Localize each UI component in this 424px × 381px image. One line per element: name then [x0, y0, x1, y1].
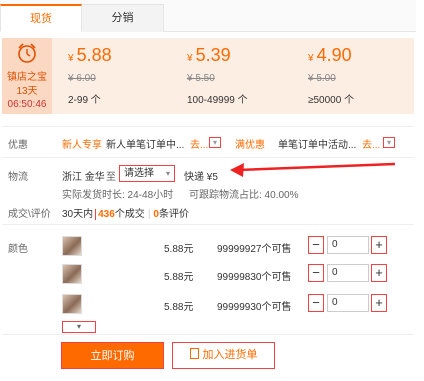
quantity-input[interactable]: 0 — [327, 294, 369, 312]
alarm-clock-icon — [18, 43, 36, 63]
deals-summary: 30天内 436个成交 | 0条评价 — [62, 209, 189, 220]
tier-range: 100-49999 个 — [187, 95, 248, 106]
destination-select-value: 请选择 — [124, 168, 154, 179]
express-fee: 快递 ¥5 — [184, 172, 218, 183]
chevron-down-icon: ▾ — [165, 169, 170, 178]
sku-stock: 99999830个可售 — [217, 272, 292, 283]
discount-promo-more[interactable]: 去... — [362, 136, 380, 151]
tab-spot-stock[interactable]: 现货 — [0, 4, 82, 32]
logistics-label: 物流 — [8, 172, 28, 183]
new-user-promo-more[interactable]: 去... — [190, 136, 208, 151]
price-tier-2: ¥5.39 ¥ 5.50 100-49999 个 — [187, 44, 248, 106]
quantity-input[interactable]: 0 — [327, 236, 369, 254]
currency-symbol: ¥ — [308, 53, 314, 64]
red-arrow-annotation — [230, 162, 396, 177]
quantity-input[interactable]: 0 — [327, 264, 369, 282]
destination-select[interactable]: 请选择 ▾ — [119, 165, 175, 182]
shipping-origin: 浙江 金华 — [62, 172, 105, 183]
deals-reviews-label: 成交\评价 — [8, 209, 51, 220]
trackable-ratio: 可跟踪物流占比: 40.00% — [189, 190, 299, 201]
review-count-label: 条评价 — [158, 209, 189, 220]
tab-bar: 现货 分销 — [0, 0, 416, 32]
shop-badge-countdown: 06:50:46 — [7, 99, 47, 110]
divider — [2, 126, 414, 127]
sku-thumbnail[interactable] — [62, 294, 82, 314]
discount-promo-text: 单笔订单中活动... — [278, 140, 357, 151]
tier-price: 4.90 — [316, 45, 352, 65]
clipboard-icon — [189, 348, 199, 359]
divider — [2, 224, 414, 225]
price-tier-3: ¥4.90 ¥ 5.00 ≥50000 个 — [308, 44, 354, 106]
sku-price: 5.88元 — [164, 244, 194, 255]
shop-treasure-badge: 镇店之宝 13天 06:50:46 — [2, 38, 52, 114]
sku-price: 5.88元 — [164, 302, 194, 313]
add-to-cart-button[interactable]: 加入进货单 — [172, 342, 275, 369]
chevron-down-icon[interactable]: ▾ — [209, 137, 221, 148]
sku-thumbnail[interactable] — [62, 236, 82, 256]
tier-price: 5.88 — [76, 45, 112, 65]
quantity-minus-button[interactable]: − — [308, 236, 324, 254]
deals-count[interactable]: 436 — [95, 209, 115, 220]
new-user-badge: 新人专享 — [62, 140, 102, 151]
tab-distribution[interactable]: 分销 — [82, 4, 164, 32]
tier-range: 2-99 个 — [68, 95, 101, 106]
tier-old-price: ¥ 6.00 — [68, 73, 96, 84]
order-now-button[interactable]: 立即订购 — [61, 342, 164, 369]
tier-price: 5.39 — [195, 45, 231, 65]
chevron-down-icon[interactable]: ▾ — [383, 137, 395, 148]
sku-thumbnail[interactable] — [62, 264, 82, 284]
quantity-plus-button[interactable]: + — [371, 294, 387, 312]
sku-price: 5.88元 — [164, 272, 194, 283]
shop-badge-title: 镇店之宝 — [7, 72, 47, 83]
deals-count-label: 个成交 — [114, 209, 145, 220]
expand-sku-button[interactable]: ▾ — [62, 321, 96, 333]
currency-symbol: ¥ — [68, 53, 74, 64]
delivery-time: 实际发货时长: 24-48小时 — [62, 190, 174, 201]
sku-stock: 99999927个可售 — [217, 244, 292, 255]
quantity-plus-button[interactable]: + — [371, 264, 387, 282]
sku-stock: 99999930个可售 — [217, 302, 292, 313]
tier-old-price: ¥ 5.00 — [308, 73, 336, 84]
add-to-cart-label: 加入进货单 — [202, 349, 258, 361]
divider — [2, 334, 414, 335]
discount-badge: 满优惠 — [235, 140, 265, 151]
new-user-promo-text: 新人单笔订单中... — [106, 140, 185, 151]
tier-range: ≥50000 个 — [308, 95, 355, 106]
promo-label: 优惠 — [8, 140, 28, 151]
shipping-to-label: 至 — [106, 172, 116, 183]
deals-period: 30天内 — [62, 209, 94, 220]
quantity-minus-button[interactable]: − — [308, 294, 324, 312]
color-label: 颜色 — [8, 244, 28, 255]
currency-symbol: ¥ — [187, 53, 193, 64]
quantity-plus-button[interactable]: + — [371, 236, 387, 254]
tier-old-price: ¥ 5.50 — [187, 73, 215, 84]
quantity-minus-button[interactable]: − — [308, 264, 324, 282]
price-tier-1: ¥5.88 ¥ 6.00 2-99 个 — [68, 44, 112, 106]
shop-badge-days: 13天 — [16, 86, 38, 97]
